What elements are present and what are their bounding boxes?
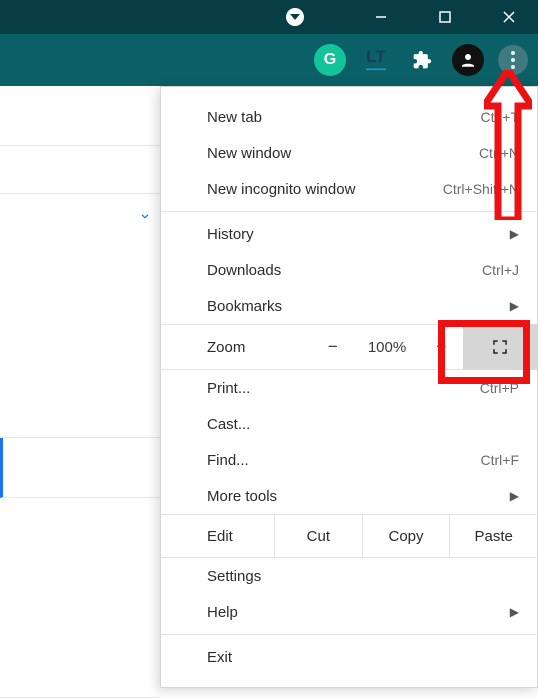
menu-label: New tab [207, 109, 262, 126]
close-button[interactable] [486, 0, 532, 34]
menu-item-zoom: Zoom − 100% + [161, 324, 537, 370]
maximize-button[interactable] [422, 0, 468, 34]
menu-label: Settings [207, 568, 261, 585]
zoom-percent: 100% [368, 339, 406, 356]
disclosure-chevron[interactable] [0, 194, 160, 238]
menu-shortcut: Ctrl+J [482, 262, 519, 278]
edit-label: Edit [161, 515, 275, 557]
lt-wave-icon: ﹏﹏ [366, 62, 386, 72]
menu-item-history[interactable]: History ▶ [161, 216, 537, 252]
zoom-in-button[interactable]: + [436, 337, 446, 357]
menu-label: Cast... [207, 416, 250, 433]
fullscreen-button[interactable] [463, 324, 537, 370]
grammarly-extension-icon[interactable]: G [314, 44, 346, 76]
menu-label: History [207, 226, 254, 243]
browser-main-menu: New tab Ctrl+T New window Ctrl+N New inc… [160, 86, 538, 688]
menu-shortcut: Ctrl+F [481, 452, 520, 468]
profile-avatar-icon[interactable] [452, 44, 484, 76]
menu-shortcut: Ctrl+T [481, 109, 520, 125]
menu-item-edit-row: Edit Cut Copy Paste [161, 514, 537, 558]
minimize-button[interactable] [358, 0, 404, 34]
menu-label: Bookmarks [207, 298, 282, 315]
window-titlebar [0, 0, 538, 34]
menu-label: New window [207, 145, 291, 162]
submenu-chevron-icon: ▶ [510, 605, 519, 619]
menu-item-new-window[interactable]: New window Ctrl+N [161, 135, 537, 171]
menu-kebab-button[interactable] [498, 45, 528, 75]
zoom-label: Zoom [161, 339, 311, 356]
menu-label: More tools [207, 488, 277, 505]
extensions-icon[interactable] [406, 44, 438, 76]
menu-separator [161, 634, 537, 635]
page-background [0, 86, 160, 698]
menu-item-print[interactable]: Print... Ctrl+P [161, 370, 537, 406]
menu-item-new-incognito[interactable]: New incognito window Ctrl+Shift+N [161, 171, 537, 207]
submenu-chevron-icon: ▶ [510, 227, 519, 241]
menu-label: Downloads [207, 262, 281, 279]
menu-label: Find... [207, 452, 249, 469]
tab-dropdown-icon[interactable] [286, 8, 304, 26]
languagetool-extension-icon[interactable]: LT ﹏﹏ [360, 44, 392, 76]
browser-toolbar: G LT ﹏﹏ [0, 34, 538, 86]
menu-label: Exit [207, 649, 232, 666]
submenu-chevron-icon: ▶ [510, 489, 519, 503]
menu-separator [161, 211, 537, 212]
page-card-active [0, 438, 160, 498]
menu-item-find[interactable]: Find... Ctrl+F [161, 442, 537, 478]
menu-label: New incognito window [207, 181, 355, 198]
menu-item-settings[interactable]: Settings [161, 558, 537, 594]
zoom-out-button[interactable]: − [328, 337, 338, 357]
paste-button[interactable]: Paste [450, 515, 537, 557]
menu-item-exit[interactable]: Exit [161, 639, 537, 675]
menu-item-cast[interactable]: Cast... [161, 406, 537, 442]
menu-label: Print... [207, 380, 250, 397]
page-card [0, 86, 160, 146]
menu-item-help[interactable]: Help ▶ [161, 594, 537, 630]
menu-item-new-tab[interactable]: New tab Ctrl+T [161, 99, 537, 135]
page-card [0, 498, 160, 698]
submenu-chevron-icon: ▶ [510, 299, 519, 313]
menu-item-downloads[interactable]: Downloads Ctrl+J [161, 252, 537, 288]
page-card [0, 146, 160, 194]
page-card [0, 238, 160, 438]
menu-shortcut: Ctrl+N [479, 145, 519, 161]
cut-button[interactable]: Cut [275, 515, 363, 557]
copy-button[interactable]: Copy [363, 515, 451, 557]
menu-shortcut: Ctrl+P [480, 380, 519, 396]
menu-item-more-tools[interactable]: More tools ▶ [161, 478, 537, 514]
menu-item-bookmarks[interactable]: Bookmarks ▶ [161, 288, 537, 324]
menu-label: Help [207, 604, 238, 621]
menu-shortcut: Ctrl+Shift+N [443, 181, 519, 197]
